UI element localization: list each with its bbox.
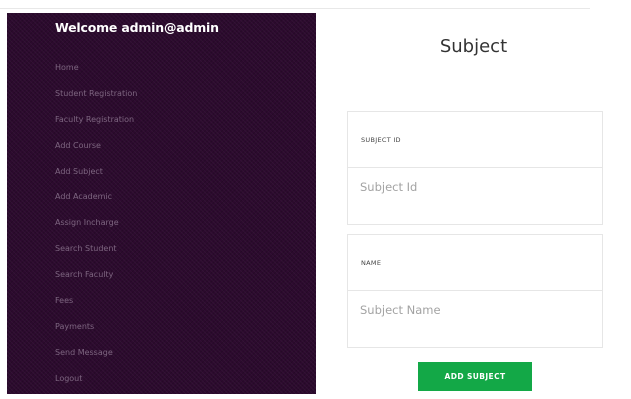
subject-id-label: SUBJECT ID (361, 136, 401, 144)
sidebar-item-search-student[interactable]: Search Student (55, 243, 137, 269)
sidebar: Welcome admin@admin Home Student Registr… (7, 13, 316, 394)
subject-id-input[interactable] (360, 176, 585, 198)
sidebar-item-student-registration[interactable]: Student Registration (55, 88, 137, 114)
sidebar-item-faculty-registration[interactable]: Faculty Registration (55, 114, 137, 140)
sidebar-item-logout[interactable]: Logout (55, 373, 137, 399)
sidebar-nav: Home Student Registration Faculty Regist… (55, 62, 137, 399)
sidebar-item-add-academic[interactable]: Add Academic (55, 191, 137, 217)
sidebar-item-fees[interactable]: Fees (55, 295, 137, 321)
sidebar-item-send-message[interactable]: Send Message (55, 347, 137, 373)
subject-name-input[interactable] (360, 299, 585, 321)
sidebar-item-assign-incharge[interactable]: Assign Incharge (55, 217, 137, 243)
field-divider (348, 290, 602, 291)
add-subject-button[interactable]: ADD SUBJECT (418, 362, 532, 391)
subject-name-group: NAME (347, 234, 603, 348)
subject-name-label: NAME (361, 259, 382, 267)
page-title: Subject (439, 36, 508, 57)
sidebar-item-payments[interactable]: Payments (55, 321, 137, 347)
sidebar-item-search-faculty[interactable]: Search Faculty (55, 269, 137, 295)
field-divider (348, 167, 602, 168)
sidebar-item-home[interactable]: Home (55, 62, 137, 88)
welcome-message: Welcome admin@admin (55, 20, 219, 35)
subject-id-group: SUBJECT ID (347, 111, 603, 225)
sidebar-item-add-course[interactable]: Add Course (55, 140, 137, 166)
top-divider (0, 8, 590, 9)
sidebar-item-add-subject[interactable]: Add Subject (55, 166, 137, 192)
